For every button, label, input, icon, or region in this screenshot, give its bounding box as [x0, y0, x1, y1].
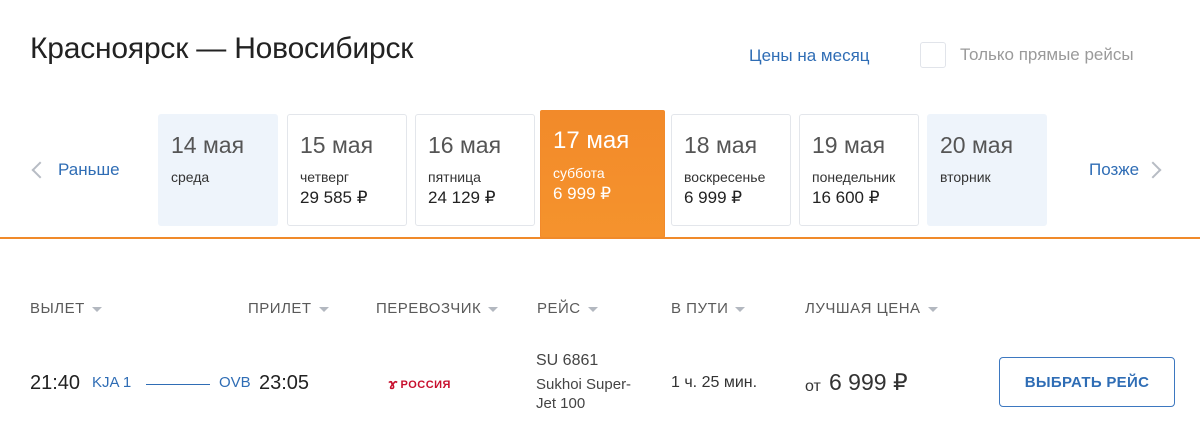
date-card-weekday: среда	[171, 169, 210, 185]
date-card-date: 18 мая	[684, 132, 758, 158]
date-strip-divider	[0, 237, 1200, 239]
sort-best-price-label: ЛУЧШАЯ ЦЕНА	[805, 300, 921, 317]
date-card-weekday: вторник	[940, 169, 991, 185]
direct-flights-filter[interactable]: Только прямые рейсы	[920, 42, 1134, 68]
departure-airport: KJA 1	[92, 374, 132, 391]
direct-flights-checkbox[interactable]	[920, 42, 946, 68]
date-card-20[interactable]: 20 мая вторник	[927, 114, 1047, 226]
chevron-left-icon	[31, 161, 49, 179]
caret-down-icon	[318, 307, 329, 312]
arrival-time: 23:05	[259, 372, 310, 394]
date-card-date: 17 мая	[553, 127, 630, 154]
date-card-price: 29 585 ₽	[300, 188, 368, 207]
sort-flight-label: РЕЙС	[537, 300, 581, 317]
month-prices-link[interactable]: Цены на месяц	[749, 46, 870, 66]
date-card-19[interactable]: 19 мая понедельник 16 600 ₽	[799, 114, 919, 226]
direct-flights-label[interactable]: Только прямые рейсы	[960, 45, 1134, 65]
sort-best-price[interactable]: ЛУЧШАЯ ЦЕНА	[805, 300, 938, 317]
date-card-date: 20 мая	[940, 132, 1014, 158]
date-card-date: 16 мая	[428, 132, 502, 158]
arrival-airport: OVB	[219, 374, 251, 391]
caret-down-icon	[735, 307, 746, 312]
date-card-date: 19 мая	[812, 132, 886, 158]
caret-down-icon	[927, 307, 938, 312]
date-card-price: 6 999 ₽	[553, 184, 612, 203]
select-flight-button[interactable]: ВЫБРАТЬ РЕЙС	[999, 357, 1175, 407]
rossiya-airlines-logo: ɤ РОССИЯ	[386, 376, 451, 393]
date-card-17-selected[interactable]: 17 мая суббота 6 999 ₽	[540, 110, 665, 238]
page-title: Красноярск — Новосибирск	[30, 32, 414, 65]
date-card-weekday: четверг	[300, 169, 349, 185]
date-card-weekday: воскресенье	[684, 169, 766, 185]
flight-number: SU 6861	[536, 352, 599, 369]
date-card-price: 24 129 ₽	[428, 188, 496, 207]
later-label: Позже	[1089, 160, 1140, 179]
sort-departure-label: ВЫЛЕТ	[30, 300, 85, 317]
sort-carrier-label: ПЕРЕВОЗЧИК	[376, 300, 482, 317]
caret-down-icon	[587, 307, 598, 312]
date-card-date: 14 мая	[171, 132, 245, 158]
rossiya-mark-icon: ɤ	[386, 376, 400, 393]
caret-down-icon	[488, 307, 499, 312]
aircraft-type: Sukhoi Super-Jet 100	[536, 376, 632, 412]
later-dates-button[interactable]: Позже	[1089, 160, 1162, 180]
date-card-price: 16 600 ₽	[812, 188, 880, 207]
date-card-14[interactable]: 14 мая среда	[158, 114, 278, 226]
date-card-weekday: суббота	[553, 165, 605, 181]
flight-duration: 1 ч. 25 мин.	[671, 374, 758, 391]
sort-carrier[interactable]: ПЕРЕВОЗЧИК	[376, 300, 499, 317]
date-card-date: 15 мая	[300, 132, 374, 158]
carrier-name: РОССИЯ	[400, 378, 451, 391]
date-card-16[interactable]: 16 мая пятница 24 129 ₽	[415, 114, 535, 226]
flight-price: 6 999 ₽	[829, 369, 908, 395]
price-prefix: от	[805, 378, 821, 395]
date-card-weekday: пятница	[428, 169, 481, 185]
date-card-15[interactable]: 15 мая четверг 29 585 ₽	[287, 114, 407, 226]
date-card-weekday: понедельник	[812, 169, 896, 185]
sort-arrival-label: ПРИЛЕТ	[248, 300, 312, 317]
date-card-18[interactable]: 18 мая воскресенье 6 999 ₽	[671, 114, 791, 226]
chevron-right-icon	[1144, 161, 1162, 179]
earlier-dates-button[interactable]: Раньше	[31, 160, 120, 180]
caret-down-icon	[91, 307, 102, 312]
sort-arrival[interactable]: ПРИЛЕТ	[248, 300, 329, 317]
route-line	[146, 384, 210, 385]
date-card-price: 6 999 ₽	[684, 188, 743, 207]
sort-departure[interactable]: ВЫЛЕТ	[30, 300, 102, 317]
departure-time: 21:40	[30, 372, 81, 394]
earlier-label: Раньше	[58, 160, 120, 179]
sort-duration[interactable]: В ПУТИ	[671, 300, 746, 317]
sort-duration-label: В ПУТИ	[671, 300, 729, 317]
sort-flight[interactable]: РЕЙС	[537, 300, 598, 317]
